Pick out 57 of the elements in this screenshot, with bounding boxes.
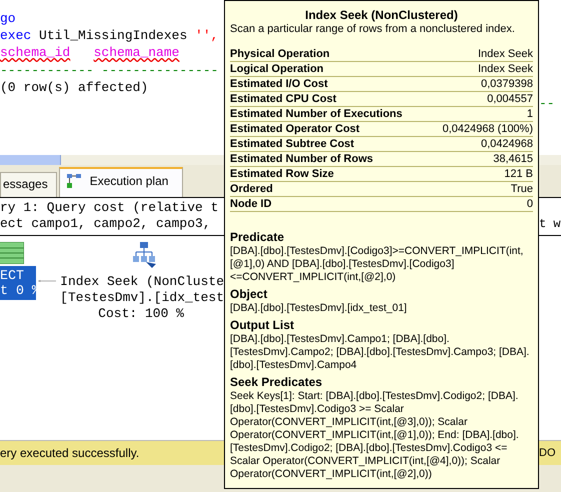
property-value: Index Seek	[478, 62, 533, 76]
dashed-rule: --	[539, 96, 555, 111]
column-heading: schema_name	[94, 45, 180, 60]
flow-arrow	[38, 277, 56, 285]
property-value: 38,4615	[493, 152, 533, 166]
section-text: [DBA].[dbo].[TestesDmv].[idx_test_01]	[230, 302, 408, 315]
property-value: 121 B	[504, 167, 533, 181]
server-text: DO	[539, 447, 556, 459]
horizontal-scrollbar[interactable]	[0, 155, 224, 165]
section-heading: Object	[230, 286, 268, 302]
property-value: 1	[526, 107, 533, 121]
status-message: ery executed successfully.	[0, 446, 140, 460]
property-value: 0,0424968 (100%)	[442, 122, 533, 136]
horizontal-scrollbar[interactable]	[539, 155, 561, 165]
property-label: Node ID	[230, 197, 272, 211]
tooltip-title: Index Seek (NonClustered)	[304, 8, 459, 22]
property-label: Estimated CPU Cost	[230, 92, 336, 106]
plan-icon	[66, 173, 82, 189]
section-heading: Output List	[230, 317, 295, 333]
code-text: (0 row(s) affected)	[0, 80, 148, 95]
result-tab[interactable]: essages	[0, 172, 57, 197]
property-label: Ordered	[230, 182, 273, 196]
section-text: Seek Keys[1]: Start: [DBA].[dbo].[TestesDmv].Codigo2; [DBA].[dbo].[TestesDmv].Codigo3 >= Scalar Operator(CONVERT_IMPLICIT(int,[@3],0)); Scalar Operator(CONVERT_IMPLICIT(int,[@1],0)); End: [DBA].[dbo].[TestesDmv].Codigo2; [DBA].[dbo].[TestesDmv].Codigo3 <= Scalar Operator(CONVERT_IMPLICIT(int,[@4],0)); Scalar Operator(CONVERT_IMPLICIT(int,[@2],0))	[230, 390, 520, 481]
operator-cost: Cost: 100 %	[97, 306, 185, 322]
property-label: Estimated I/O Cost	[230, 77, 328, 91]
property-value: True	[510, 182, 533, 196]
index-seek-icon[interactable]	[132, 242, 156, 268]
property-label: Estimated Subtree Cost	[230, 137, 354, 151]
property-value: 0,0379398	[481, 77, 533, 91]
query-text: ry 1: Query cost (relative t	[0, 200, 220, 216]
operator-label: [TestesDmv].[idx_test	[60, 290, 224, 306]
property-value: 0,004557	[487, 92, 533, 106]
property-label: Estimated Number of Executions	[230, 107, 402, 121]
property-label: Estimated Row Size	[230, 167, 334, 181]
section-text: [DBA].[dbo].[TestesDmv].[Codigo3]>=CONVERT_IMPLICIT(int,[@1],0) AND [DBA].[dbo].[TestesDmv].[Codigo3]<=CONVERT_IMPLICIT(int,[@2],0)	[230, 245, 524, 284]
result-tab[interactable]: Execution plan	[58, 167, 184, 197]
column-heading: schema_id	[0, 45, 70, 60]
property-label: Estimated Number of Rows	[230, 152, 374, 166]
keyword-text: exec	[0, 28, 32, 44]
section-heading: Seek Predicates	[230, 374, 324, 390]
property-value: 0	[526, 197, 533, 211]
property-value: Index Seek	[478, 47, 533, 61]
keyword-text: go	[0, 11, 16, 26]
property-label: Physical Operation	[230, 47, 330, 61]
operator-label: Index Seek (NonCluste	[60, 274, 224, 290]
scrollbar-thumb[interactable]	[0, 155, 61, 165]
property-label: Logical Operation	[230, 62, 324, 76]
tooltip-description: Scan a particular range of rows from a nonclustered index.	[230, 22, 516, 36]
code-text: Util_MissingIndexes	[38, 28, 188, 44]
section-text: [DBA].[dbo].[TestesDmv].Campo1; [DBA].[dbo].[TestesDmv].Campo2; [DBA].[dbo].[TestesDmv].Campo3; [DBA].[dbo].[TestesDmv].Campo4	[230, 333, 530, 372]
property-label: Estimated Operator Cost	[230, 122, 360, 136]
query-text: t w	[539, 216, 561, 232]
string-text: '',	[195, 28, 218, 44]
query-text: ect campo1, campo2, campo3,	[0, 216, 212, 232]
dashed-rule: ------------ ---------------	[0, 62, 218, 78]
property-value: 0,0424968	[481, 137, 533, 151]
section-heading: Predicate	[230, 229, 286, 245]
